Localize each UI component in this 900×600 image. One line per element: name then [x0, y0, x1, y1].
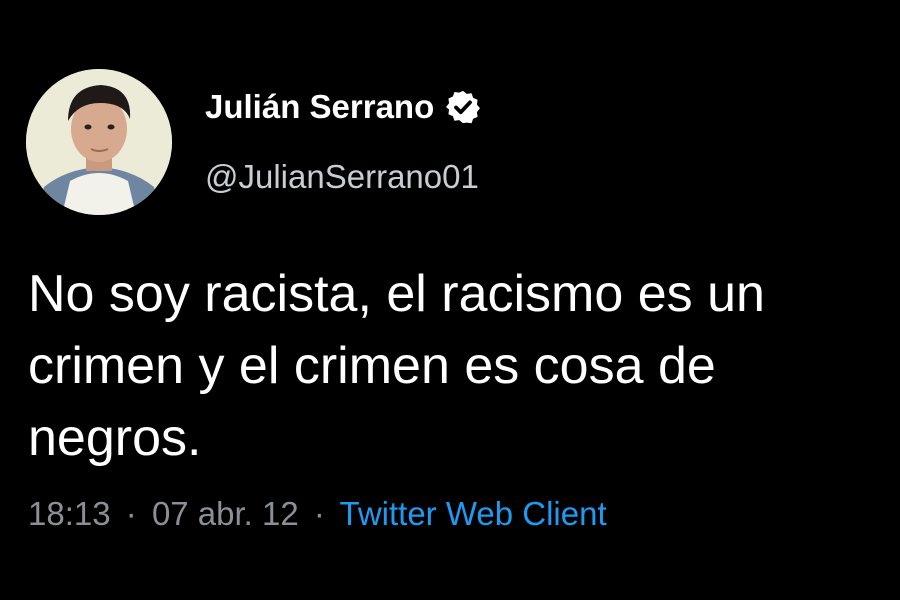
avatar[interactable] — [26, 69, 172, 215]
tweet-client-link[interactable]: Twitter Web Client — [339, 495, 606, 532]
tweet-card: Julián Serrano @JulianSerrano01 No soy r… — [0, 0, 900, 600]
tweet-time[interactable]: 18:13 — [28, 495, 111, 532]
meta-separator: · — [313, 495, 325, 532]
tweet-date[interactable]: 07 abr. 12 — [152, 495, 299, 532]
author-display-name[interactable]: Julián Serrano — [205, 88, 434, 126]
meta-separator: · — [125, 495, 137, 532]
tweet-metadata: 18:13 · 07 abr. 12 · Twitter Web Client — [28, 495, 607, 533]
avatar-image — [26, 69, 172, 215]
tweet-text: No soy racista, el racismo es un crimen … — [28, 265, 765, 467]
verified-badge-icon — [444, 88, 482, 126]
author-handle[interactable]: @JulianSerrano01 — [205, 158, 479, 196]
author-name-row[interactable]: Julián Serrano — [205, 88, 482, 126]
